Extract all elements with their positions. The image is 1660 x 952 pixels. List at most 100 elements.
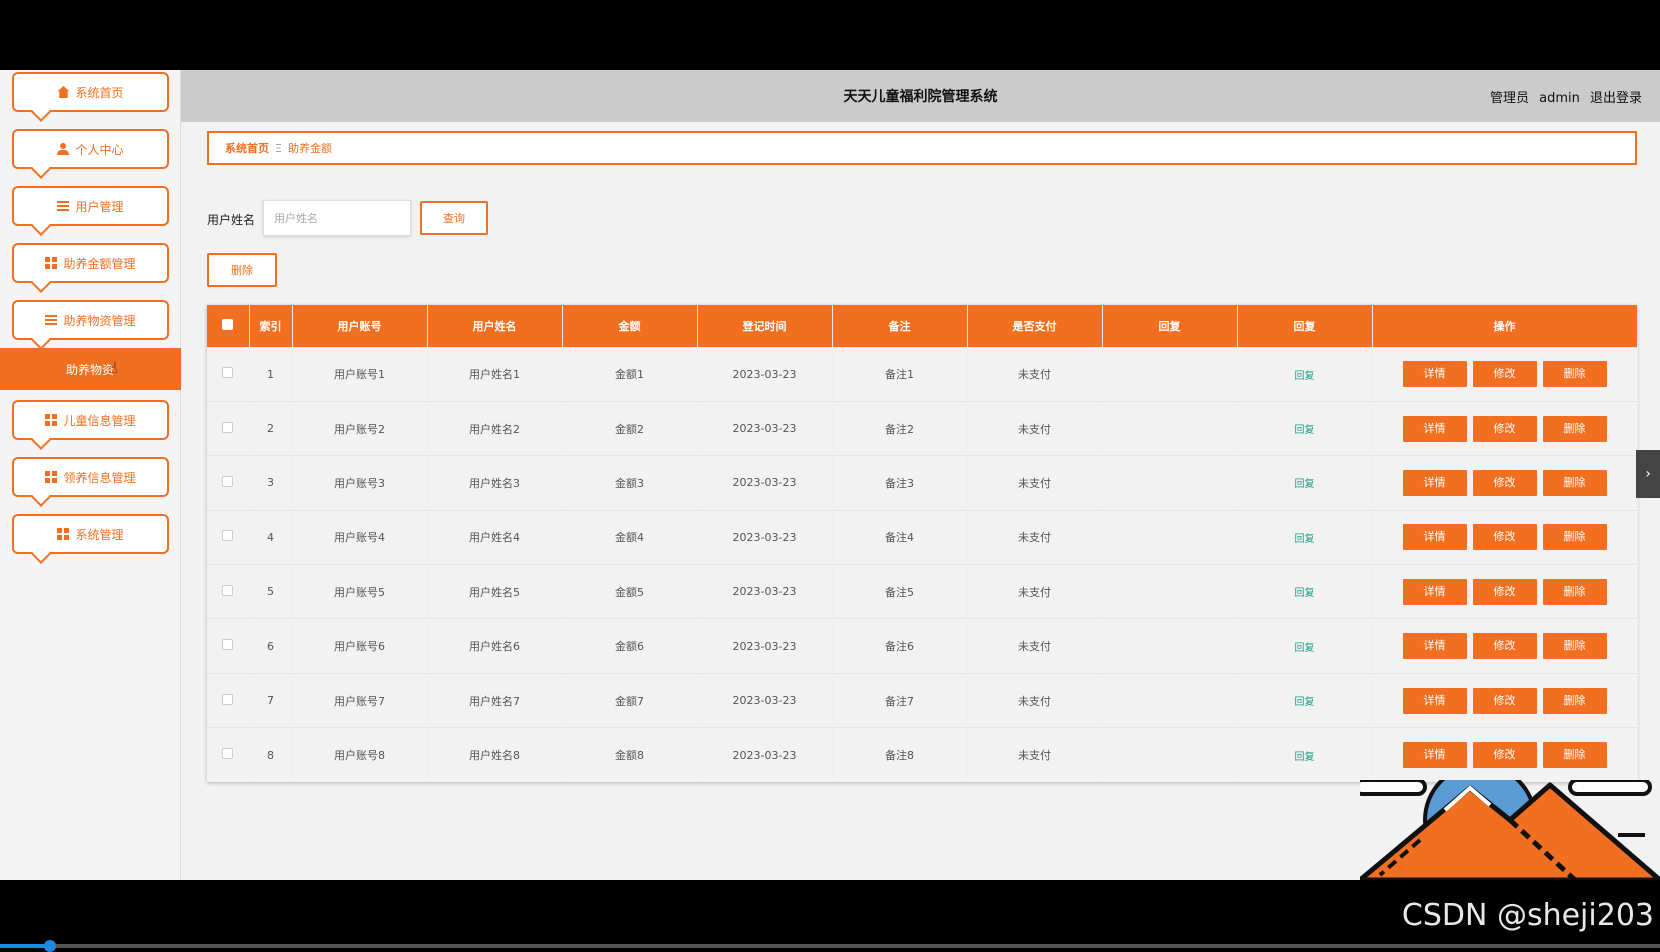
- row-select-cell: [207, 618, 250, 674]
- column-header: 操作: [1372, 305, 1638, 347]
- grid-icon: [45, 471, 58, 483]
- cell-paid: 未支付: [967, 672, 1103, 728]
- sidebar-item-label: 系统管理: [75, 527, 124, 542]
- cell-actions: 详情 修改 删除: [1372, 727, 1638, 783]
- table-row: 8 用户账号8 用户姓名8 金额8 2023-03-23 备注8 未支付 回复 详情 修改 删除: [207, 727, 1638, 783]
- sidebar-item-adoption-info[interactable]: 领养信息管理: [12, 457, 169, 497]
- sidebar-item-donation-supplies[interactable]: 助养物资管理: [12, 300, 169, 340]
- delete-button[interactable]: 删除: [1542, 469, 1607, 496]
- sidebar-item-label: 助养金额管理: [63, 256, 136, 271]
- cell-index: 7: [249, 672, 293, 728]
- cell-reply-action: 回复: [1237, 509, 1373, 565]
- reply-link[interactable]: 回复: [1295, 588, 1315, 599]
- row-checkbox[interactable]: [222, 639, 234, 651]
- edit-button[interactable]: 修改: [1472, 742, 1537, 769]
- delete-button[interactable]: 删除: [1542, 633, 1607, 660]
- column-header: 回复: [1237, 305, 1373, 347]
- row-checkbox[interactable]: [222, 475, 234, 487]
- edit-button[interactable]: 修改: [1472, 469, 1537, 496]
- detail-button[interactable]: 详情: [1402, 415, 1467, 442]
- cell-reply: [1102, 672, 1238, 728]
- logout-link[interactable]: 退出登录: [1590, 91, 1642, 106]
- row-checkbox[interactable]: [222, 693, 234, 705]
- detail-button[interactable]: 详情: [1402, 687, 1467, 714]
- cell-index: 1: [249, 346, 293, 402]
- sidebar-item-users[interactable]: 用户管理: [12, 186, 169, 226]
- edit-button[interactable]: 修改: [1472, 361, 1537, 388]
- row-checkbox[interactable]: [222, 530, 234, 542]
- cell-actions: 详情 修改 删除: [1372, 400, 1638, 456]
- search-input[interactable]: [263, 200, 411, 236]
- batch-delete-button[interactable]: 删除: [207, 253, 277, 287]
- query-button[interactable]: 查询: [420, 201, 488, 235]
- detail-button[interactable]: 详情: [1402, 469, 1467, 496]
- sidebar-item-system[interactable]: 系统管理: [12, 514, 169, 554]
- breadcrumb-home[interactable]: 系统首页: [225, 140, 269, 156]
- sidebar-item-profile[interactable]: 个人中心: [12, 129, 169, 169]
- column-header: 是否支付: [967, 305, 1103, 347]
- detail-button[interactable]: 详情: [1402, 578, 1467, 605]
- reply-link[interactable]: 回复: [1295, 697, 1315, 708]
- watermark: CSDN @sheji203: [1401, 898, 1654, 933]
- cell-reply-action: 回复: [1237, 727, 1373, 783]
- reply-link[interactable]: 回复: [1295, 425, 1315, 436]
- app-title: 天天儿童福利院管理系统: [843, 89, 998, 105]
- sidebar-item-donation-amount[interactable]: 助养金额管理: [12, 243, 169, 283]
- reply-link[interactable]: 回复: [1295, 479, 1315, 490]
- reply-link[interactable]: 回复: [1295, 643, 1315, 654]
- reply-link[interactable]: 回复: [1295, 534, 1315, 545]
- detail-button[interactable]: 详情: [1402, 633, 1467, 660]
- cell-account: 用户账号5: [292, 564, 428, 619]
- edit-button[interactable]: 修改: [1472, 524, 1537, 551]
- cell-paid: 未支付: [967, 346, 1103, 402]
- delete-button[interactable]: 删除: [1542, 687, 1607, 714]
- cell-reply: [1102, 346, 1238, 402]
- row-select-cell: [207, 509, 250, 565]
- chevron-right-icon[interactable]: ›: [1636, 450, 1660, 498]
- video-progress-knob[interactable]: [43, 940, 56, 952]
- edit-button[interactable]: 修改: [1472, 633, 1537, 660]
- row-checkbox[interactable]: [222, 748, 234, 760]
- delete-button[interactable]: 删除: [1542, 524, 1607, 551]
- table-body: 1 用户账号1 用户姓名1 金额1 2023-03-23 备注1 未支付 回复 详情 修改 删除 2 用…: [207, 346, 1638, 783]
- row-checkbox[interactable]: [222, 584, 234, 596]
- grid-icon: [45, 414, 58, 426]
- table-row: 1 用户账号1 用户姓名1 金额1 2023-03-23 备注1 未支付 回复 详情 修改 删除: [207, 346, 1638, 402]
- sidebar-item-children-info[interactable]: 儿童信息管理: [12, 400, 169, 440]
- edit-button[interactable]: 修改: [1472, 578, 1537, 605]
- row-checkbox[interactable]: [222, 367, 234, 379]
- sidebar-item-label: 系统首页: [75, 85, 124, 100]
- sidebar-item-label: 用户管理: [75, 199, 124, 214]
- cell-name: 用户姓名4: [427, 509, 563, 565]
- sidebar-item-label: 儿童信息管理: [63, 413, 136, 428]
- detail-button[interactable]: 详情: [1402, 524, 1467, 551]
- delete-button[interactable]: 删除: [1542, 742, 1607, 769]
- detail-button[interactable]: 详情: [1402, 361, 1467, 388]
- sidebar-subitem-supplies[interactable]: 助养物资: [0, 348, 181, 390]
- cell-time: 2023-03-23: [697, 672, 833, 728]
- delete-button[interactable]: 删除: [1542, 361, 1607, 388]
- cell-actions: 详情 修改 删除: [1372, 564, 1638, 619]
- column-header: 登记时间: [697, 305, 833, 347]
- row-select-cell: [207, 727, 250, 783]
- delete-button[interactable]: 删除: [1542, 578, 1607, 605]
- sidebar-item-label: 助养物资管理: [63, 313, 136, 328]
- data-table: 索引 用户账号 用户姓名 金额 登记时间 备注 是否支付 回复 回复 操作 1用…: [207, 305, 1638, 783]
- detail-button[interactable]: 详情: [1402, 742, 1467, 769]
- edit-button[interactable]: 修改: [1472, 415, 1537, 442]
- app-screen: 系统首页 个人中心 用户管理 助养金额管理 助养物资管理 助养物资 ☝ 儿童信息…: [0, 70, 1660, 880]
- row-checkbox[interactable]: [222, 421, 234, 433]
- cell-index: 4: [249, 509, 293, 565]
- video-progress-bar[interactable]: [0, 940, 1660, 952]
- select-all-checkbox[interactable]: [222, 318, 234, 330]
- reply-link[interactable]: 回复: [1295, 371, 1315, 382]
- cell-account: 用户账号4: [292, 509, 428, 565]
- select-all-cell: [207, 305, 250, 347]
- delete-button[interactable]: 删除: [1542, 415, 1607, 442]
- cell-index: 3: [249, 455, 293, 511]
- reply-link[interactable]: 回复: [1295, 752, 1315, 763]
- edit-button[interactable]: 修改: [1472, 687, 1537, 714]
- cell-account: 用户账号1: [292, 346, 428, 402]
- column-header: 金额: [562, 305, 698, 347]
- sidebar-item-home[interactable]: 系统首页: [12, 72, 169, 112]
